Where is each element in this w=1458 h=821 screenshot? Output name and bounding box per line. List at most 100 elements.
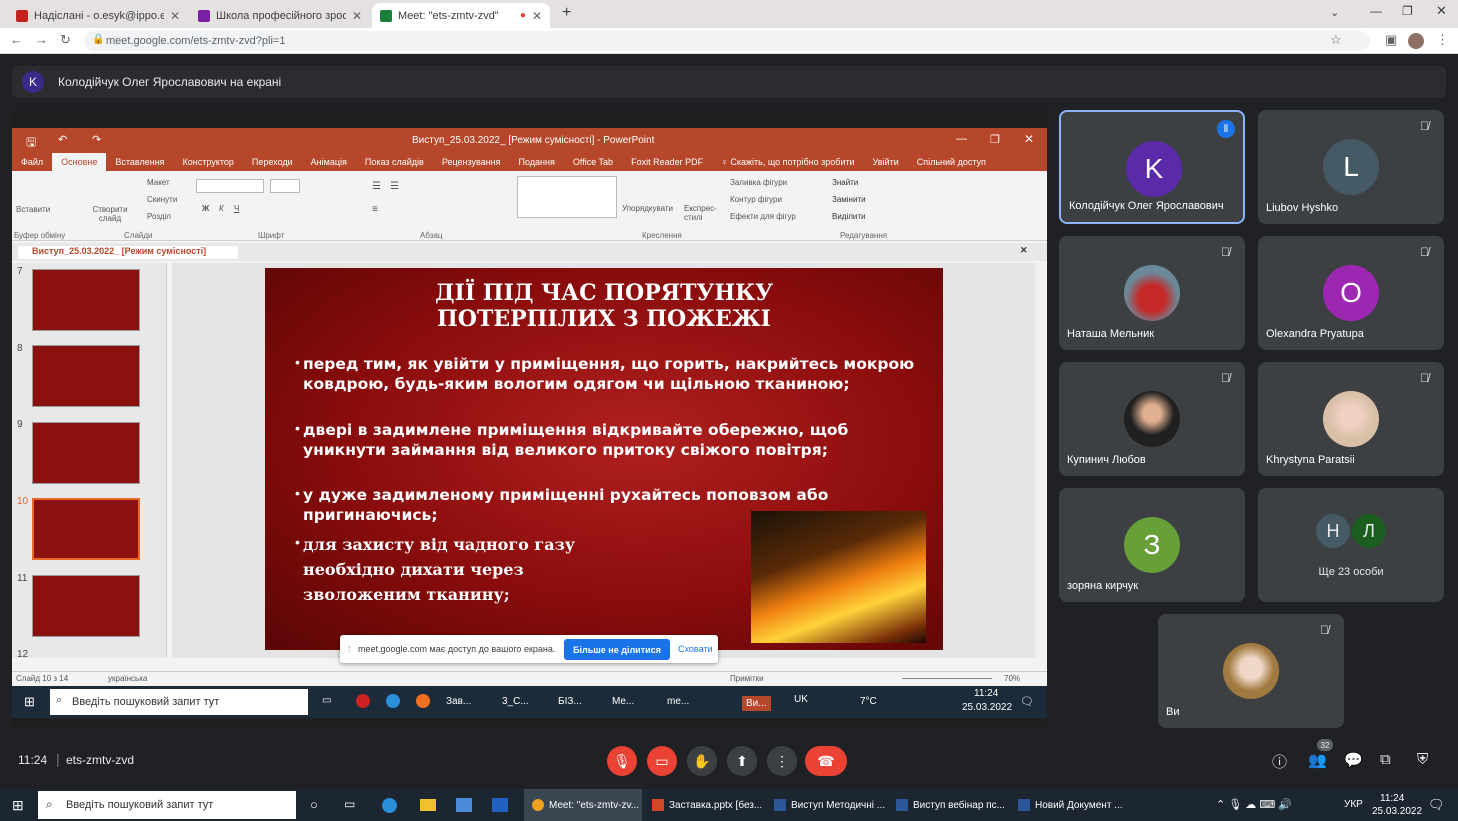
new-slide-button[interactable]: Створити слайд — [90, 205, 130, 223]
self-tile[interactable]: 🎙̸ Ви — [1158, 614, 1344, 728]
reload-icon[interactable]: ↻ — [60, 32, 71, 48]
info-icon[interactable]: ⓘ — [1272, 751, 1287, 772]
task-view-icon[interactable]: ▭ — [322, 695, 331, 706]
tab-view[interactable]: Подання — [510, 157, 564, 167]
tab-transitions[interactable]: Переходи — [243, 157, 302, 167]
inner-app-chrome[interactable]: me... — [667, 696, 689, 707]
host-controls-icon[interactable]: ⛨ — [1417, 751, 1428, 768]
participant-tile[interactable]: 🎙̸ Khrystyna Paratsii — [1258, 362, 1444, 476]
inner-lang[interactable]: UK — [794, 694, 808, 705]
participant-tile[interactable]: 🎙̸ Купинич Любов — [1059, 362, 1245, 476]
shape-fill-button[interactable]: Заливка фігури — [730, 178, 787, 187]
italic-icon[interactable]: К — [219, 204, 224, 213]
tab-slideshow[interactable]: Показ слайдів — [356, 157, 433, 167]
reset-button[interactable]: Скинути — [147, 195, 177, 204]
shape-outline-button[interactable]: Контур фігури — [730, 195, 782, 204]
cortana-icon[interactable]: ○ — [310, 797, 318, 812]
profile-avatar[interactable] — [1408, 33, 1424, 49]
align-icon[interactable]: ≡ — [372, 204, 378, 215]
arrange-button[interactable]: Упорядкувати — [622, 204, 673, 213]
task-view-icon[interactable]: ▭ — [344, 797, 355, 811]
firefox-icon[interactable] — [416, 694, 430, 708]
inner-search-box[interactable]: ⌕ Введіть пошуковий запит тут — [50, 689, 308, 715]
share-link[interactable]: Спільний доступ — [908, 157, 995, 167]
url-field[interactable]: 🔒 meet.google.com/ets-zmtv-zvd?pli=1 — [84, 31, 1370, 51]
browser-tab-school[interactable]: Школа професійного зростання ✕ — [190, 3, 370, 28]
slide-thumb[interactable] — [32, 422, 140, 484]
slide-thumb-selected[interactable] — [32, 498, 140, 560]
restore-icon[interactable]: ❐ — [1402, 4, 1413, 18]
windows-start-icon[interactable]: ⊞ — [12, 797, 24, 814]
back-icon[interactable]: ← — [10, 32, 23, 47]
find-button[interactable]: Знайти — [832, 178, 858, 187]
vertical-scrollbar[interactable] — [1035, 263, 1042, 658]
inner-app-powerpoint[interactable]: Ви... — [742, 696, 771, 711]
underline-icon[interactable]: Ч — [234, 204, 239, 213]
layout-button[interactable]: Макет — [147, 178, 170, 187]
quick-styles-button[interactable]: Експрес-стилі — [684, 204, 720, 222]
tab-animations[interactable]: Анімація — [302, 157, 356, 167]
section-button[interactable]: Розділ — [147, 212, 171, 221]
taskbar-app-word2[interactable]: Виступ вебінар пс... — [892, 789, 1008, 821]
select-button[interactable]: Виділити — [832, 212, 866, 221]
restore-icon[interactable]: ❐ — [990, 133, 1000, 146]
browser-tab-meet[interactable]: Meet: "ets-zmtv-zvd" ● ✕ — [372, 3, 550, 28]
replace-button[interactable]: Замінити — [832, 195, 866, 204]
slide-thumb[interactable] — [32, 345, 140, 407]
more-options-button[interactable]: ⋮ — [767, 746, 797, 776]
close-icon[interactable]: ✕ — [1024, 132, 1034, 146]
bold-icon[interactable]: Ж — [202, 204, 209, 213]
close-icon[interactable]: ✕ — [352, 9, 362, 23]
file-explorer-icon[interactable] — [420, 799, 436, 811]
taskbar-app-meet[interactable]: Meet: "ets-zmtv-zv... — [524, 789, 642, 821]
shape-effects-button[interactable]: Ефекти для фігур — [730, 212, 796, 221]
document-tab[interactable]: Виступ_25.03.2022_ [Режим сумісності] — [18, 246, 238, 259]
edge-icon[interactable] — [386, 694, 400, 708]
activities-icon[interactable]: ⧉ — [1380, 751, 1391, 768]
font-name-field[interactable] — [196, 179, 264, 193]
inner-app-folder[interactable]: 3_С... — [502, 696, 529, 707]
side-panel-icon[interactable]: ▣ — [1385, 32, 1397, 48]
numbering-icon[interactable]: ☰ — [390, 181, 399, 192]
browser-tab-gmail[interactable]: Надіслані - o.esyk@ippo.edu.ua ✕ — [8, 3, 188, 28]
zoom-slider[interactable] — [902, 678, 992, 679]
forward-icon[interactable]: → — [35, 32, 48, 47]
tab-insert[interactable]: Вставлення — [106, 157, 173, 167]
close-icon[interactable]: ✕ — [170, 9, 180, 23]
slide-thumb[interactable] — [32, 575, 140, 637]
notification-icon[interactable]: 🗨 — [1020, 695, 1034, 708]
notes-button[interactable]: Примітки — [730, 674, 764, 683]
window-close-icon[interactable]: ✕ — [1436, 3, 1447, 19]
sign-in-link[interactable]: Увійти — [864, 157, 908, 167]
undo-icon[interactable]: ↶ — [58, 133, 67, 146]
stop-sharing-button[interactable]: Більше не ділитися — [564, 639, 670, 660]
save-icon[interactable]: 🖫 — [26, 133, 36, 154]
windows-start-icon[interactable]: ⊞ — [24, 694, 35, 710]
tab-design[interactable]: Конструктор — [174, 157, 243, 167]
tab-review[interactable]: Рецензування — [433, 157, 510, 167]
more-participants-tile[interactable]: Н Л Ще 23 особи — [1258, 488, 1444, 602]
people-icon[interactable]: 👥 — [1308, 751, 1327, 769]
leave-call-button[interactable]: ☎ — [805, 746, 847, 776]
inner-app-folder2[interactable]: БІЗ... — [558, 696, 582, 707]
shapes-gallery[interactable] — [517, 176, 617, 218]
opera-icon[interactable] — [356, 694, 370, 708]
present-button[interactable]: ⬆ — [727, 746, 757, 776]
participant-tile[interactable]: K ⦀ Колодійчук Олег Ярославович — [1059, 110, 1245, 224]
bookmark-star-icon[interactable]: ☆ — [1330, 32, 1342, 48]
tab-office-tab[interactable]: Office Tab — [564, 157, 622, 167]
tab-search-icon[interactable]: ⌄ — [1330, 6, 1339, 19]
inner-weather[interactable]: 7°C — [860, 696, 877, 707]
new-tab-icon[interactable]: + — [562, 4, 571, 22]
participant-tile[interactable]: 🎙̸ Наташа Мельник — [1059, 236, 1245, 350]
menu-icon[interactable]: ⋮ — [1436, 32, 1449, 48]
participant-tile[interactable]: З зоряна кирчук — [1059, 488, 1245, 602]
minimize-icon[interactable]: — — [956, 133, 967, 145]
bullets-icon[interactable]: ☰ — [372, 181, 381, 192]
camera-toggle-button[interactable]: ▭ — [647, 746, 677, 776]
notification-icon[interactable]: 🗨 — [1428, 797, 1445, 813]
slide-thumb[interactable] — [32, 269, 140, 331]
tray-icons[interactable]: ⌃ 🎙 ☁ ⌨ 🔊 — [1216, 798, 1292, 811]
close-icon[interactable]: ✕ — [532, 9, 542, 23]
mail-icon[interactable] — [492, 798, 508, 812]
